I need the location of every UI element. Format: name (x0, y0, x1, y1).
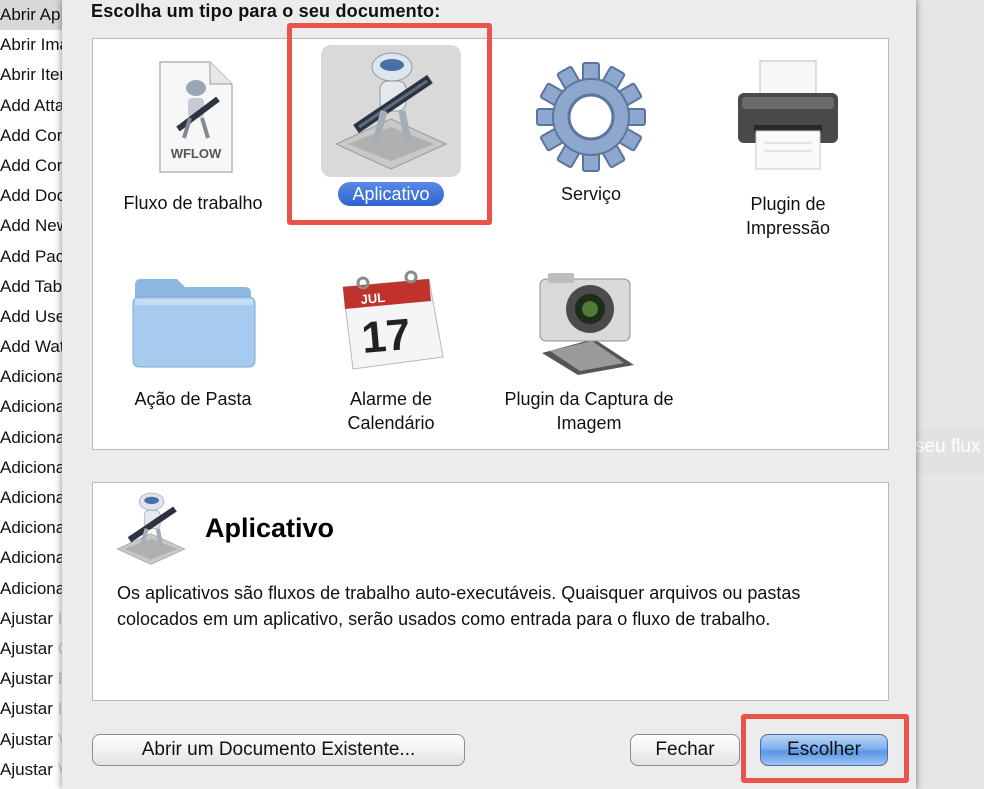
camera-icon (539, 273, 634, 375)
type-calendar-alarm[interactable]: JUL 17 Alarme de Calendário (291, 259, 491, 439)
background-list-item-label: Adicionar (0, 397, 71, 417)
type-label: Plugin de Impressão (745, 194, 831, 238)
description-panel: Aplicativo Os aplicativos são fluxos de … (92, 482, 889, 701)
printer-icon (738, 60, 838, 170)
calendar-month: JUL (360, 290, 386, 307)
type-label: Fluxo de trabalho (123, 193, 263, 213)
background-list-item-label: Adicionar (0, 457, 71, 477)
type-print-plugin[interactable]: Plugin de Impressão (688, 49, 888, 249)
document-type-grid: WFLOW Fluxo de trabalho Aplicativo Servi… (92, 38, 889, 450)
description-title: Aplicativo (205, 513, 335, 543)
background-list-item-label: Adicionar (0, 427, 71, 447)
automator-robot-icon (334, 52, 448, 170)
type-folder-action[interactable]: Ação de Pasta (93, 259, 293, 439)
type-workflow[interactable]: WFLOW Fluxo de trabalho (103, 49, 283, 249)
background-list-item-label: Ajustar (0, 759, 53, 779)
type-label: Ação de Pasta (134, 389, 252, 409)
background-list-item-label: Ajustar (0, 669, 53, 689)
calendar-day: 17 (360, 310, 413, 363)
background-list-item-label: Ajustar (0, 608, 53, 628)
document-type-sheet: Escolha um tipo para o seu documento: WF… (62, 0, 916, 789)
background-list-item-label: Abrir Iten (0, 65, 69, 85)
wflow-document-icon: WFLOW (159, 61, 233, 173)
background-list-item-label: Adicionar (0, 367, 71, 387)
sheet-title: Escolha um tipo para o seu documento: (91, 1, 441, 21)
background-text: seu flux (915, 436, 981, 457)
background-list-item-label: Adicionar (0, 518, 71, 538)
background-list-item-label: Adicionar (0, 578, 71, 598)
folder-icon (132, 279, 256, 368)
background-list-item-label: Abrir Ap (0, 5, 61, 24)
background-list-item-label: Abrir Ima (0, 35, 69, 55)
choose-button[interactable]: Escolher (760, 734, 888, 766)
background-list-item-label: Ajustar (0, 699, 53, 719)
calendar-icon: JUL 17 (342, 270, 444, 370)
gear-icon (536, 62, 646, 172)
background-list-item-label: Ajustar (0, 729, 53, 749)
close-button[interactable]: Fechar (630, 734, 740, 766)
background-list-item-label: Ajustar (0, 638, 53, 658)
automator-robot-icon (116, 492, 186, 565)
type-image-capture[interactable]: Plugin da Captura de Imagem (489, 259, 689, 439)
description-text: Os aplicativos são fluxos de trabalho au… (117, 583, 801, 629)
type-label: Aplicativo (338, 182, 444, 206)
wflow-badge: WFLOW (171, 146, 222, 161)
background-list-item-label: Adicionar (0, 488, 71, 507)
type-service[interactable]: Serviço (491, 49, 691, 249)
type-label: Serviço (560, 184, 622, 204)
background-list-item-label: Adicionar (0, 548, 71, 568)
type-label: Plugin da Captura de Imagem (504, 389, 674, 433)
open-existing-button[interactable]: Abrir um Documento Existente... (92, 734, 465, 766)
type-label: Alarme de Calendário (347, 389, 435, 433)
type-application[interactable]: Aplicativo (291, 39, 491, 259)
